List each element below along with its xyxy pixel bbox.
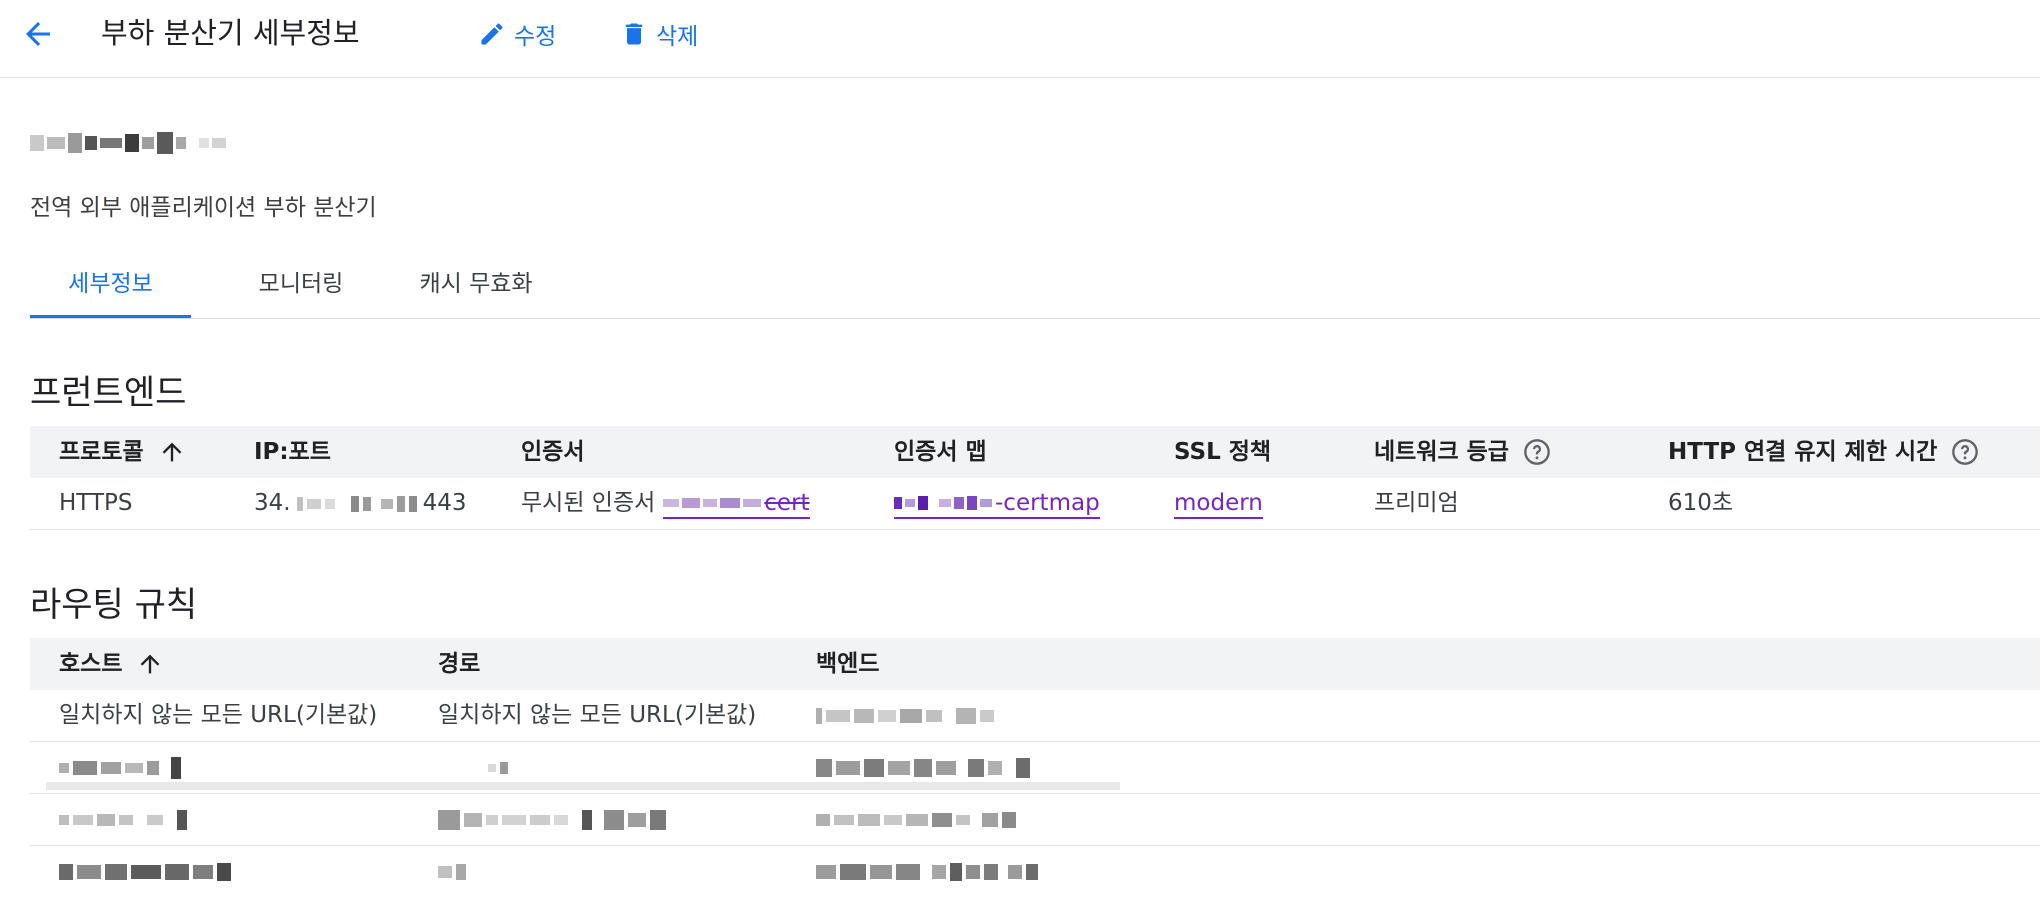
keepalive-cell: 610초 [1668,490,1734,516]
host-cell: 일치하지 않는 모든 URL(기본값) [59,702,378,728]
backend-cell-redacted [816,846,1038,897]
tab-bar: 세부정보 모니터링 캐시 무효화 [30,260,2040,319]
edit-label: 수정 [514,24,557,50]
routing-table-header: 호스트 경로 백엔드 [30,638,2040,690]
path-cell: 일치하지 않는 모든 URL(기본값) [438,702,757,728]
protocol-cell: HTTPS [59,490,133,516]
column-ssl-policy[interactable]: SSL 정책 [1174,426,1271,478]
column-http-keepalive[interactable]: HTTP 연결 유지 제한 시간 [1668,426,1979,478]
certificate-map-cell: -certmap [894,478,1100,529]
column-backend[interactable]: 백엔드 [816,638,879,690]
column-network-tier[interactable]: 네트워크 등급 [1374,426,1551,478]
column-protocol[interactable]: 프로토콜 [59,426,186,478]
tab-monitoring[interactable]: 모니터링 [221,260,381,318]
back-button[interactable] [20,16,56,52]
backend-cell-redacted [816,690,994,741]
frontend-section-title: 프런트엔드 [30,373,187,413]
pencil-icon [481,23,503,45]
ip-port-cell: 34. 443 [254,490,467,516]
table-row: HTTPS 34. 443 무시된 인증서 cert -certmap mode… [30,478,2040,530]
column-certificate[interactable]: 인증서 [521,426,584,478]
column-certificate-map[interactable]: 인증서 맵 [894,426,987,478]
certificate-link[interactable]: cert [663,489,810,519]
column-host[interactable]: 호스트 [59,638,164,690]
frontend-table-header: 프로토콜 IP:포트 인증서 인증서 맵 SSL 정책 네트워크 등급 HTTP… [30,426,2040,478]
arrow-up-icon [162,442,181,462]
host-cell-redacted [59,794,187,845]
certificate-cell: 무시된 인증서 cert [521,478,810,529]
host-cell-redacted [59,846,231,897]
routing-table: 호스트 경로 백엔드 일치하지 않는 모든 URL(기본값) 일치하지 않는 모… [30,638,2040,897]
certificate-map-link[interactable]: -certmap [894,489,1100,519]
ssl-policy-cell: modern [1174,478,1263,529]
ssl-policy-link[interactable]: modern [1174,489,1263,519]
arrow-back-icon [26,22,50,46]
help-circle-icon[interactable] [1951,438,1979,466]
edit-button[interactable]: 수정 [478,16,556,52]
network-tier-cell: 프리미엄 [1374,490,1459,516]
table-row: 일치하지 않는 모든 URL(기본값) 일치하지 않는 모든 URL(기본값) [30,690,2040,742]
path-cell-redacted [438,794,666,845]
page-title: 부하 분산기 세부정보 [101,16,360,50]
frontend-table: 프로토콜 IP:포트 인증서 인증서 맵 SSL 정책 네트워크 등급 HTTP… [30,426,2040,530]
load-balancer-type: 전역 외부 애플리케이션 부하 분산기 [30,195,377,221]
path-cell-redacted [438,846,466,897]
tab-details[interactable]: 세부정보 [30,260,191,318]
top-bar: 부하 분산기 세부정보 수정 삭제 [0,0,2040,78]
overlay-divider [46,782,1120,790]
backend-cell-redacted [816,794,1016,845]
help-circle-icon[interactable] [1523,438,1551,466]
column-ip-port[interactable]: IP:포트 [254,426,331,478]
delete-button[interactable]: 삭제 [620,16,698,52]
routing-section-title: 라우팅 규칙 [30,585,198,625]
trash-icon [625,23,643,45]
delete-label: 삭제 [656,24,699,50]
ip-redacted [296,495,417,512]
load-balancer-name-redacted [30,128,226,158]
tab-cache-invalidation[interactable]: 캐시 무효화 [381,260,571,318]
arrow-up-icon [141,654,160,674]
table-row [30,846,2040,897]
column-path[interactable]: 경로 [438,638,480,690]
table-row [30,794,2040,846]
